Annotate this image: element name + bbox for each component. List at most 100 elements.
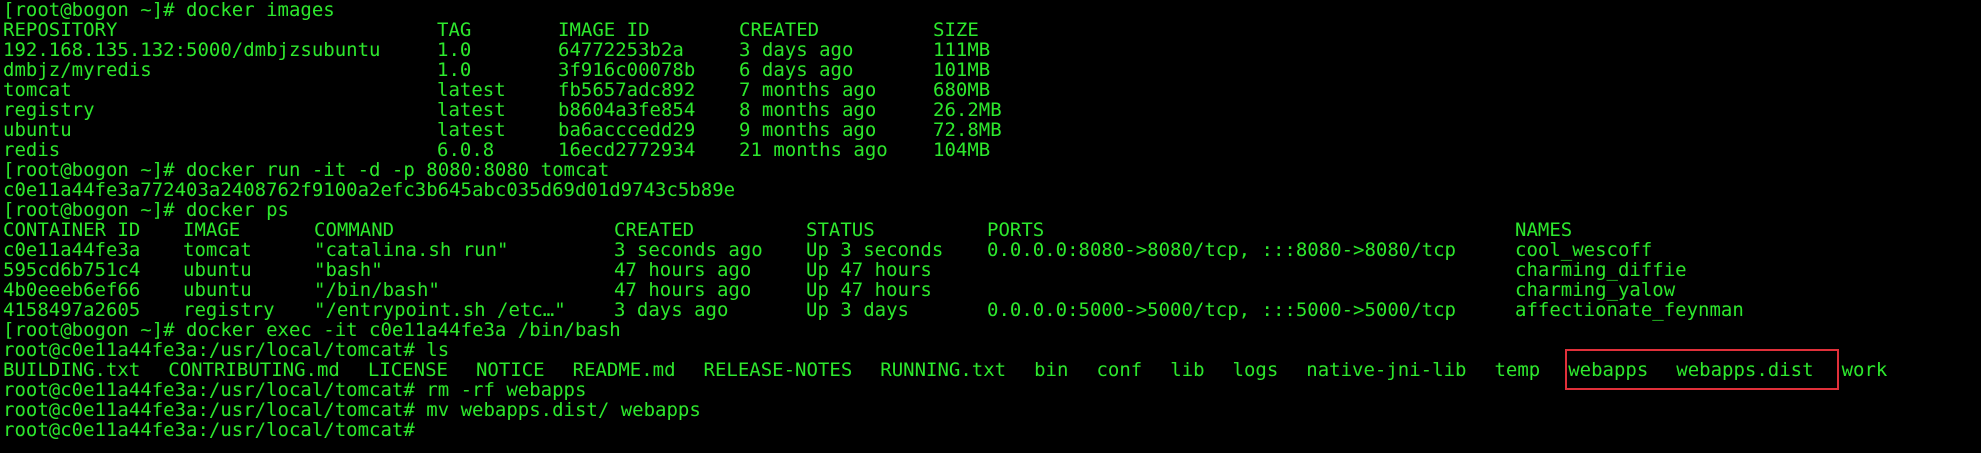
ls-entry: RELEASE-NOTES xyxy=(703,359,853,381)
shell-prompt: [root@bogon ~]# xyxy=(3,319,187,341)
header-tag: TAG xyxy=(437,19,472,41)
command-line: [root@bogon ~]# docker ps xyxy=(3,200,1981,220)
container-prompt: root@c0e11a44fe3a:/usr/local/tomcat# xyxy=(3,379,427,401)
cell-created: 3 seconds ago xyxy=(614,239,763,261)
cell-command: "catalina.sh run" xyxy=(314,239,509,261)
cell-command: "/bin/bash" xyxy=(314,279,440,301)
header-names: NAMES xyxy=(1515,219,1573,241)
command-text: ls xyxy=(426,339,450,361)
command-text: docker run -it -d -p 8080:8080 tomcat xyxy=(186,159,610,181)
command-line: [root@bogon ~]# docker run -it -d -p 808… xyxy=(3,160,1981,180)
images-row: redis 6.0.8 16ecd2772934 21 months ago 1… xyxy=(3,140,1981,160)
cell-ports xyxy=(987,260,1515,280)
cell-created: 3 days ago xyxy=(739,39,854,61)
container-prompt: root@c0e11a44fe3a:/usr/local/tomcat# xyxy=(3,399,427,421)
cell-ports: 0.0.0.0:8080->8080/tcp, :::8080->8080/tc… xyxy=(987,239,1456,261)
cell-image-id: fb5657adc892 xyxy=(558,79,696,101)
command-text: mv webapps.dist/ webapps xyxy=(426,399,701,421)
cell-tag: 1.0 xyxy=(437,39,472,61)
ls-entry: conf xyxy=(1096,359,1143,381)
shell-prompt: [root@bogon ~]# xyxy=(3,0,187,21)
active-command-line[interactable]: root@c0e11a44fe3a:/usr/local/tomcat# xyxy=(3,420,1981,440)
cell-image: ubuntu xyxy=(183,279,252,301)
cell-container-id: 4158497a2605 xyxy=(3,299,141,321)
header-created: CREATED xyxy=(614,219,695,241)
cell-size: 101MB xyxy=(933,59,991,81)
cell-container-id: c0e11a44fe3a xyxy=(3,239,141,261)
run-output-line: c0e11a44fe3a772403a2408762f9100a2efc3b64… xyxy=(3,179,736,201)
cell-ports: 0.0.0.0:5000->5000/tcp, :::5000->5000/tc… xyxy=(987,299,1456,321)
cell-image-id: b8604a3fe854 xyxy=(558,99,696,121)
cell-image-id: ba6acccedd29 xyxy=(558,119,696,141)
cell-container-id: 4b0eeeb6ef66 xyxy=(3,279,141,301)
cell-created: 8 months ago xyxy=(739,99,877,121)
ls-entry: BUILDING.txt xyxy=(3,359,141,381)
command-text: rm -rf webapps xyxy=(426,379,587,401)
cell-created: 47 hours ago xyxy=(614,259,752,281)
cell-status: Up 3 days xyxy=(806,299,909,321)
ls-entry: CONTRIBUTING.md xyxy=(168,359,340,381)
command-text: docker ps xyxy=(186,199,289,221)
cell-repository: redis xyxy=(3,139,61,161)
cell-image-id: 64772253b2a xyxy=(558,39,684,61)
command-text: docker exec -it c0e11a44fe3a /bin/bash xyxy=(186,319,621,341)
ls-entry: NOTICE xyxy=(475,359,545,381)
ls-entry: RUNNING.txt xyxy=(880,359,1007,381)
header-status: STATUS xyxy=(806,219,875,241)
ls-entry: bin xyxy=(1034,359,1069,381)
command-line: [root@bogon ~]# docker images xyxy=(3,0,1981,20)
shell-prompt: [root@bogon ~]# xyxy=(3,159,187,181)
command-text: docker images xyxy=(186,0,335,21)
images-row: 192.168.135.132:5000/dmbjzsubuntu 1.0 64… xyxy=(3,40,1981,60)
cell-size: 111MB xyxy=(933,39,991,61)
cell-tag: 1.0 xyxy=(437,59,472,81)
cell-size: 680MB xyxy=(933,79,991,101)
cell-created: 47 hours ago xyxy=(614,279,752,301)
cell-size: 26.2MB xyxy=(933,99,1002,121)
cell-tag: latest xyxy=(437,99,506,121)
ps-header-row: CONTAINER ID IMAGE COMMAND CREATED STATU… xyxy=(3,220,1981,240)
cell-status: Up 3 seconds xyxy=(806,239,944,261)
images-row: registry latest b8604a3fe854 8 months ag… xyxy=(3,100,1981,120)
cell-names: affectionate_feynman xyxy=(1515,299,1744,321)
cell-names: charming_yalow xyxy=(1515,279,1676,301)
ps-row: 4b0eeeb6ef66 ubuntu "/bin/bash" 47 hours… xyxy=(3,280,1981,300)
highlight-annotation-box xyxy=(1565,349,1839,390)
cell-size: 104MB xyxy=(933,139,991,161)
ls-entry: temp xyxy=(1494,359,1541,381)
cell-image: ubuntu xyxy=(183,259,252,281)
ps-row: c0e11a44fe3a tomcat "catalina.sh run" 3 … xyxy=(3,240,1981,260)
cell-image: tomcat xyxy=(183,239,252,261)
cell-names: charming_diffie xyxy=(1515,259,1687,281)
cell-created: 9 months ago xyxy=(739,119,877,141)
cell-image-id: 16ecd2772934 xyxy=(558,139,696,161)
cell-repository: ubuntu xyxy=(3,119,72,141)
ls-entry: native-jni-lib xyxy=(1306,359,1467,381)
header-command: COMMAND xyxy=(314,219,395,241)
cell-tag: latest xyxy=(437,79,506,101)
ls-entry: LICENSE xyxy=(367,359,448,381)
ls-entry: logs xyxy=(1232,359,1279,381)
cell-container-id: 595cd6b751c4 xyxy=(3,259,141,281)
container-prompt: root@c0e11a44fe3a:/usr/local/tomcat# xyxy=(3,339,427,361)
ls-entry: README.md xyxy=(572,359,676,381)
ps-row: 595cd6b751c4 ubuntu "bash" 47 hours ago … xyxy=(3,260,1981,280)
ls-entry: work xyxy=(1841,359,1888,381)
cell-repository: 192.168.135.132:5000/dmbjzsubuntu xyxy=(3,39,381,61)
images-row: ubuntu latest ba6acccedd29 9 months ago … xyxy=(3,120,1981,140)
ls-entry: lib xyxy=(1170,359,1205,381)
command-line: root@c0e11a44fe3a:/usr/local/tomcat# mv … xyxy=(3,400,1981,420)
header-image-id: IMAGE ID xyxy=(558,19,650,41)
cell-created: 3 days ago xyxy=(614,299,729,321)
cell-status: Up 47 hours xyxy=(806,259,932,281)
command-line: [root@bogon ~]# docker exec -it c0e11a44… xyxy=(3,320,1981,340)
cell-repository: tomcat xyxy=(3,79,72,101)
header-size: SIZE xyxy=(933,19,979,41)
images-header-row: REPOSITORY TAG IMAGE ID CREATED SIZE xyxy=(3,20,1981,40)
images-row: tomcat latest fb5657adc892 7 months ago … xyxy=(3,80,1981,100)
cell-image-id: 3f916c00078b xyxy=(558,59,696,81)
container-prompt: root@c0e11a44fe3a:/usr/local/tomcat# xyxy=(3,419,427,441)
cell-command: "/entrypoint.sh /etc…" xyxy=(314,299,566,321)
cell-ports xyxy=(987,280,1515,300)
header-container-id: CONTAINER ID xyxy=(3,219,141,241)
